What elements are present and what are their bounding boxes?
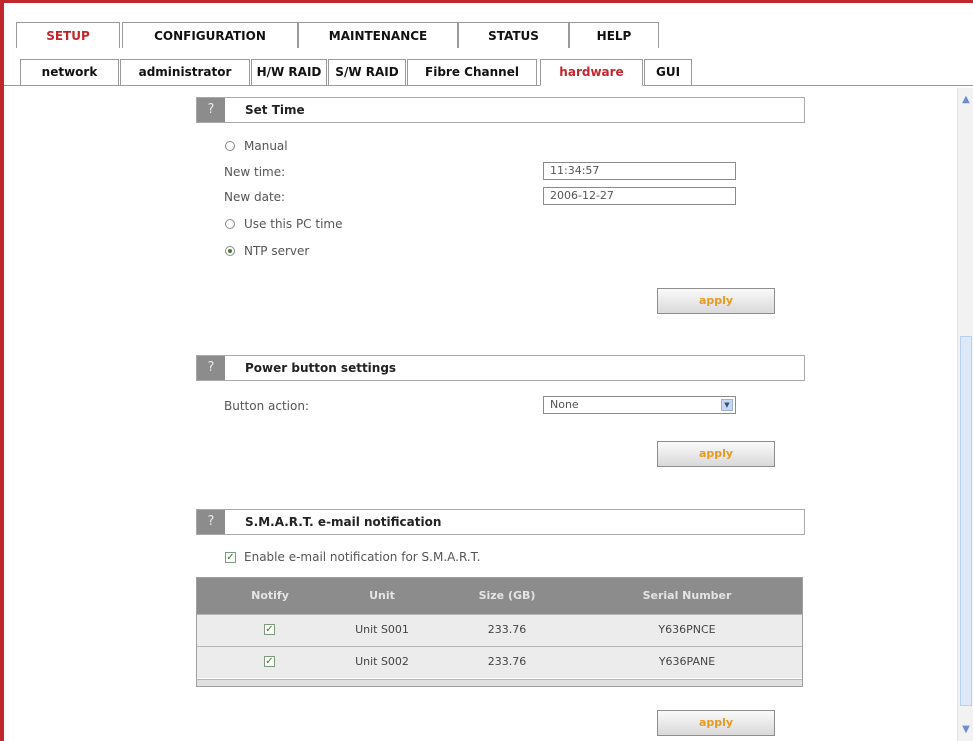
table-footer [197,679,802,686]
new-date-label: New date: [224,190,286,204]
subtab-gui[interactable]: GUI [644,59,692,85]
new-date-input[interactable]: 2006-12-27 [543,187,736,205]
tab-setup[interactable]: SETUP [16,22,120,48]
column-unit: Unit [369,589,395,602]
smart-title: S.M.A.R.T. e-mail notification [245,515,442,529]
serial-cell: Y636PNCE [658,623,716,636]
button-action-label: Button action: [224,399,309,413]
subtab-sw-raid[interactable]: S/W RAID [328,59,406,85]
ntp-server-radio[interactable] [225,246,235,256]
ntp-server-label: NTP server [244,244,310,258]
tab-configuration[interactable]: CONFIGURATION [122,22,298,48]
top-stripe [4,3,973,23]
subtab-network[interactable]: network [20,59,119,85]
enable-smart-checkbox[interactable]: ✓ [225,552,236,563]
tab-status[interactable]: STATUS [458,22,569,48]
size-cell: 233.76 [487,623,527,636]
manual-label: Manual [244,139,288,153]
enable-smart-label: Enable e-mail notification for S.M.A.R.T… [244,550,481,564]
help-icon[interactable]: ? [197,98,225,122]
subtab-administrator[interactable]: administrator [120,59,250,85]
sub-tabs: network administrator H/W RAID S/W RAID … [4,59,973,86]
tab-help[interactable]: HELP [569,22,659,48]
help-icon[interactable]: ? [197,356,225,380]
power-button-header: ? Power button settings [196,355,805,381]
unit-cell: Unit S002 [355,655,409,668]
help-icon[interactable]: ? [197,510,225,534]
scroll-down-arrow-icon[interactable]: ▼ [958,724,973,735]
column-size: Size (GB) [478,589,536,602]
column-serial: Serial Number [642,589,732,602]
unit-cell: Unit S001 [355,623,409,636]
chevron-down-icon[interactable]: ▼ [721,399,733,411]
button-action-select[interactable]: None ▼ [543,396,736,414]
use-pc-time-radio[interactable] [225,219,235,229]
set-time-header: ? Set Time [196,97,805,123]
new-time-label: New time: [224,165,286,179]
new-time-input[interactable]: 11:34:57 [543,162,736,180]
set-time-title: Set Time [245,103,305,117]
scroll-thumb[interactable] [960,336,972,706]
table-row: ✓ Unit S002 233.76 Y636PANE [197,646,802,678]
scroll-up-arrow-icon[interactable]: ▲ [958,94,973,105]
table-header: Notify Unit Size (GB) Serial Number [197,578,802,614]
power-button-title: Power button settings [245,361,397,375]
subtab-hardware[interactable]: hardware [540,59,643,86]
serial-cell: Y636PANE [658,655,716,668]
table-row: ✓ Unit S001 233.76 Y636PNCE [197,614,802,646]
use-pc-time-label: Use this PC time [244,217,343,231]
subtab-hw-raid[interactable]: H/W RAID [251,59,327,85]
size-cell: 233.76 [487,655,527,668]
notify-checkbox[interactable]: ✓ [264,656,275,667]
vertical-scrollbar[interactable]: ▲ ▼ [957,88,973,741]
window-left-border [0,0,4,741]
smart-header: ? S.M.A.R.T. e-mail notification [196,509,805,535]
power-apply-button[interactable]: apply [657,441,775,467]
set-time-apply-button[interactable]: apply [657,288,775,314]
notify-checkbox[interactable]: ✓ [264,624,275,635]
button-action-value: None [550,398,579,411]
tab-maintenance[interactable]: MAINTENANCE [298,22,458,48]
smart-apply-button[interactable]: apply [657,710,775,736]
smart-units-table: Notify Unit Size (GB) Serial Number ✓ Un… [196,577,803,687]
manual-radio[interactable] [225,141,235,151]
subtab-fibre-channel[interactable]: Fibre Channel [407,59,537,85]
column-notify: Notify [251,589,289,602]
